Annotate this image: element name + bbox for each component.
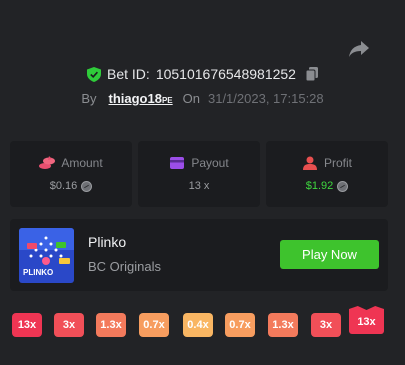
amount-label: Amount	[61, 156, 103, 170]
copy-icon[interactable]	[305, 67, 318, 81]
currency-coin-icon	[81, 180, 93, 192]
game-provider: BC Originals	[88, 259, 161, 274]
multiplier-bucket: 1.3x	[96, 313, 126, 337]
bet-date: 31/1/2023, 17:15:28	[207, 91, 324, 106]
multiplier-bucket: 0.4x	[183, 313, 213, 337]
multiplier-buckets: 13x 3x 1.3x 0.7x 0.4x 0.7x 1.3x 3x 13x	[12, 306, 392, 343]
payout-stat: Payout 13 x	[138, 141, 260, 207]
bet-id-label: Bet ID:	[107, 66, 150, 82]
game-title: Plinko	[88, 234, 127, 250]
amount-stat: Amount $0.16	[10, 141, 132, 207]
bet-stats: Amount $0.16 Payout 13 x Profit $1.92	[10, 141, 388, 207]
plinko-thumbnail[interactable]: PLINKO	[19, 228, 74, 283]
profit-stat: Profit $1.92	[266, 141, 388, 207]
profit-value: $1.92	[305, 180, 334, 192]
multiplier-bucket: 0.7x	[225, 313, 255, 337]
card-icon	[170, 157, 185, 169]
multiplier-bucket: 0.7x	[139, 313, 169, 337]
multiplier-bucket: 1.3x	[268, 313, 298, 337]
multiplier-bucket: 3x	[54, 313, 84, 337]
coins-icon	[39, 156, 56, 169]
on-label: On	[182, 91, 200, 106]
play-now-button[interactable]: Play Now	[280, 240, 379, 269]
verified-shield-icon	[87, 66, 102, 82]
multiplier-bucket: 13x	[349, 306, 384, 334]
amount-value: $0.16	[49, 180, 78, 192]
bet-id-value: 105101676548981252	[155, 66, 296, 82]
multiplier-bucket: 3x	[311, 313, 341, 337]
payout-value: 13 x	[188, 180, 210, 192]
profit-user-icon	[302, 156, 317, 170]
multiplier-bucket: 13x	[12, 313, 42, 337]
bet-id-row: Bet ID: 105101676548981252	[0, 66, 405, 82]
game-card: PLINKO Plinko BC Originals Play Now	[10, 219, 388, 291]
author-row: By thiago18PE On 31/1/2023, 17:15:28	[0, 91, 405, 106]
share-icon[interactable]	[348, 40, 370, 58]
profit-label: Profit	[323, 156, 352, 170]
username-link[interactable]: thiago18PE	[109, 91, 173, 106]
svg-text:PLINKO: PLINKO	[23, 268, 53, 277]
payout-label: Payout	[191, 156, 229, 170]
by-label: By	[81, 91, 97, 106]
currency-coin-icon	[337, 180, 349, 192]
